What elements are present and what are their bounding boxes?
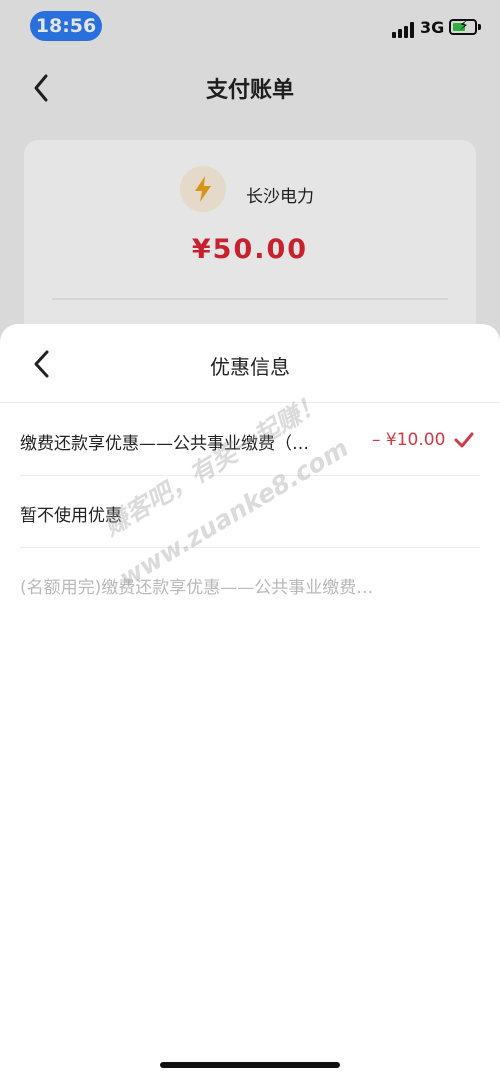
checkmark-icon <box>454 431 474 449</box>
header-divider <box>0 402 500 403</box>
discount-amount: – ¥10.00 <box>372 430 446 450</box>
sheet-header: 优惠信息 <box>0 324 500 402</box>
home-indicator[interactable] <box>160 1062 340 1068</box>
sheet-title: 优惠信息 <box>210 355 290 379</box>
discount-option-disabled: (名额用完)缴费还款享优惠——公共事业缴费… <box>0 548 500 620</box>
discount-option-label: (名额用完)缴费还款享优惠——公共事业缴费… <box>20 578 374 598</box>
